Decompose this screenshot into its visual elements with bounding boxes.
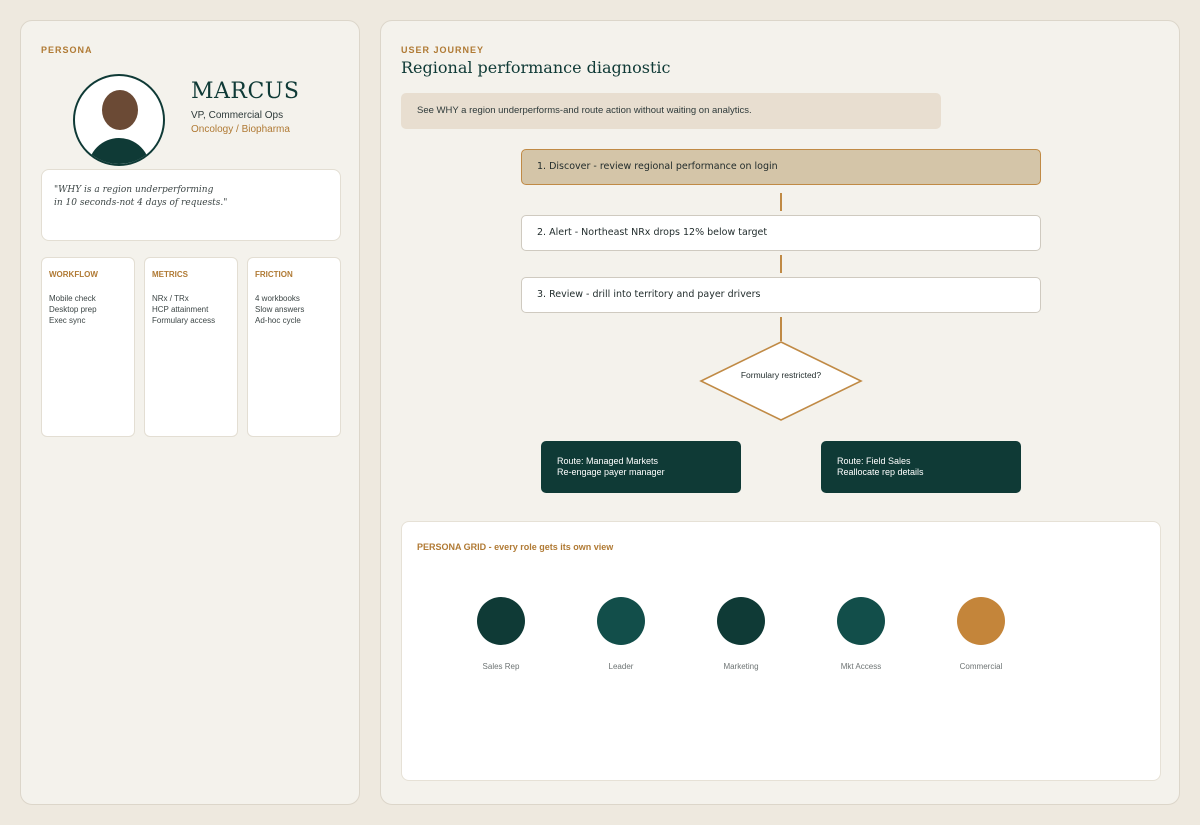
metrics-item: NRx / TRx <box>152 294 189 303</box>
workflow-item: Desktop prep <box>49 305 97 314</box>
workflow-item: Mobile check <box>49 294 96 303</box>
role-label-leader: Leader <box>608 662 634 671</box>
route-field-sales[interactable]: Route: Field Sales Reallocate rep detail… <box>821 441 1021 493</box>
journey-banner: See WHY a region underperforms-and route… <box>401 93 941 129</box>
avatar-head-shape <box>102 90 138 130</box>
step-connector <box>780 193 782 211</box>
step-connector <box>780 317 782 341</box>
avatar <box>73 74 165 166</box>
friction-item: Ad-hoc cycle <box>255 316 301 325</box>
decision-diamond-shape <box>699 341 863 421</box>
friction-item: 4 workbooks <box>255 294 300 303</box>
friction-item: Slow answers <box>255 305 305 314</box>
role-label-mkt-access: Mkt Access <box>840 662 882 671</box>
decision-diamond <box>699 341 863 421</box>
workflow-card-title: WORKFLOW <box>49 270 98 279</box>
journey-section-label: USER JOURNEY <box>401 45 485 55</box>
decision-label: Formulary restricted? <box>740 370 822 380</box>
metrics-card-title: METRICS <box>152 270 188 279</box>
route-title: Route: Field Sales <box>837 456 911 466</box>
persona-quote-card: "WHY is a region underperforming in 10 s… <box>41 169 341 241</box>
journey-step-review[interactable]: 3. Review - drill into territory and pay… <box>521 277 1041 313</box>
persona-name: MARCUS <box>191 79 300 104</box>
journey-step-discover[interactable]: 1. Discover - review regional performanc… <box>521 149 1041 185</box>
route-title: Route: Managed Markets <box>557 456 659 466</box>
workflow-item: Exec sync <box>49 316 86 325</box>
role-avatar-commercial[interactable] <box>957 597 1005 645</box>
metrics-item: Formulary access <box>152 316 216 325</box>
journey-step-alert[interactable]: 2. Alert - Northeast NRx drops 12% below… <box>521 215 1041 251</box>
persona-panel: PERSONA MARCUS VP, Commercial Ops Oncolo… <box>20 20 360 805</box>
workflow-card: WORKFLOW Mobile check Desktop prep Exec … <box>41 257 135 437</box>
role-avatar-sales-rep[interactable] <box>477 597 525 645</box>
role-avatar-mkt-access[interactable] <box>837 597 885 645</box>
friction-card-title: FRICTION <box>255 270 293 279</box>
journey-panel: USER JOURNEY Regional performance diagno… <box>380 20 1180 805</box>
persona-grid-title: PERSONA GRID - every role gets its own v… <box>417 542 614 552</box>
persona-role: VP, Commercial Ops <box>191 110 284 121</box>
metrics-item: HCP attainment <box>152 305 209 314</box>
role-label-sales-rep: Sales Rep <box>482 662 520 671</box>
route-detail: Re-engage payer manager <box>557 467 665 477</box>
persona-sector: Oncology / Biopharma <box>191 124 290 135</box>
route-detail: Reallocate rep details <box>837 467 924 477</box>
persona-quote-line-1: "WHY is a region underperforming <box>54 185 214 195</box>
role-label-marketing: Marketing <box>723 662 759 671</box>
role-label-commercial: Commercial <box>959 662 1003 671</box>
persona-section-label: PERSONA <box>41 45 93 55</box>
role-avatar-marketing[interactable] <box>717 597 765 645</box>
friction-card: FRICTION 4 workbooks Slow answers Ad-hoc… <box>247 257 341 437</box>
role-avatar-leader[interactable] <box>597 597 645 645</box>
persona-grid-card: PERSONA GRID - every role gets its own v… <box>401 521 1161 781</box>
persona-quote-line-2: in 10 seconds-not 4 days of requests." <box>54 198 228 208</box>
avatar-body-shape <box>88 138 150 164</box>
route-managed-markets[interactable]: Route: Managed Markets Re-engage payer m… <box>541 441 741 493</box>
step-connector <box>780 255 782 273</box>
metrics-card: METRICS NRx / TRx HCP attainment Formula… <box>144 257 238 437</box>
journey-title: Regional performance diagnostic <box>401 58 671 77</box>
